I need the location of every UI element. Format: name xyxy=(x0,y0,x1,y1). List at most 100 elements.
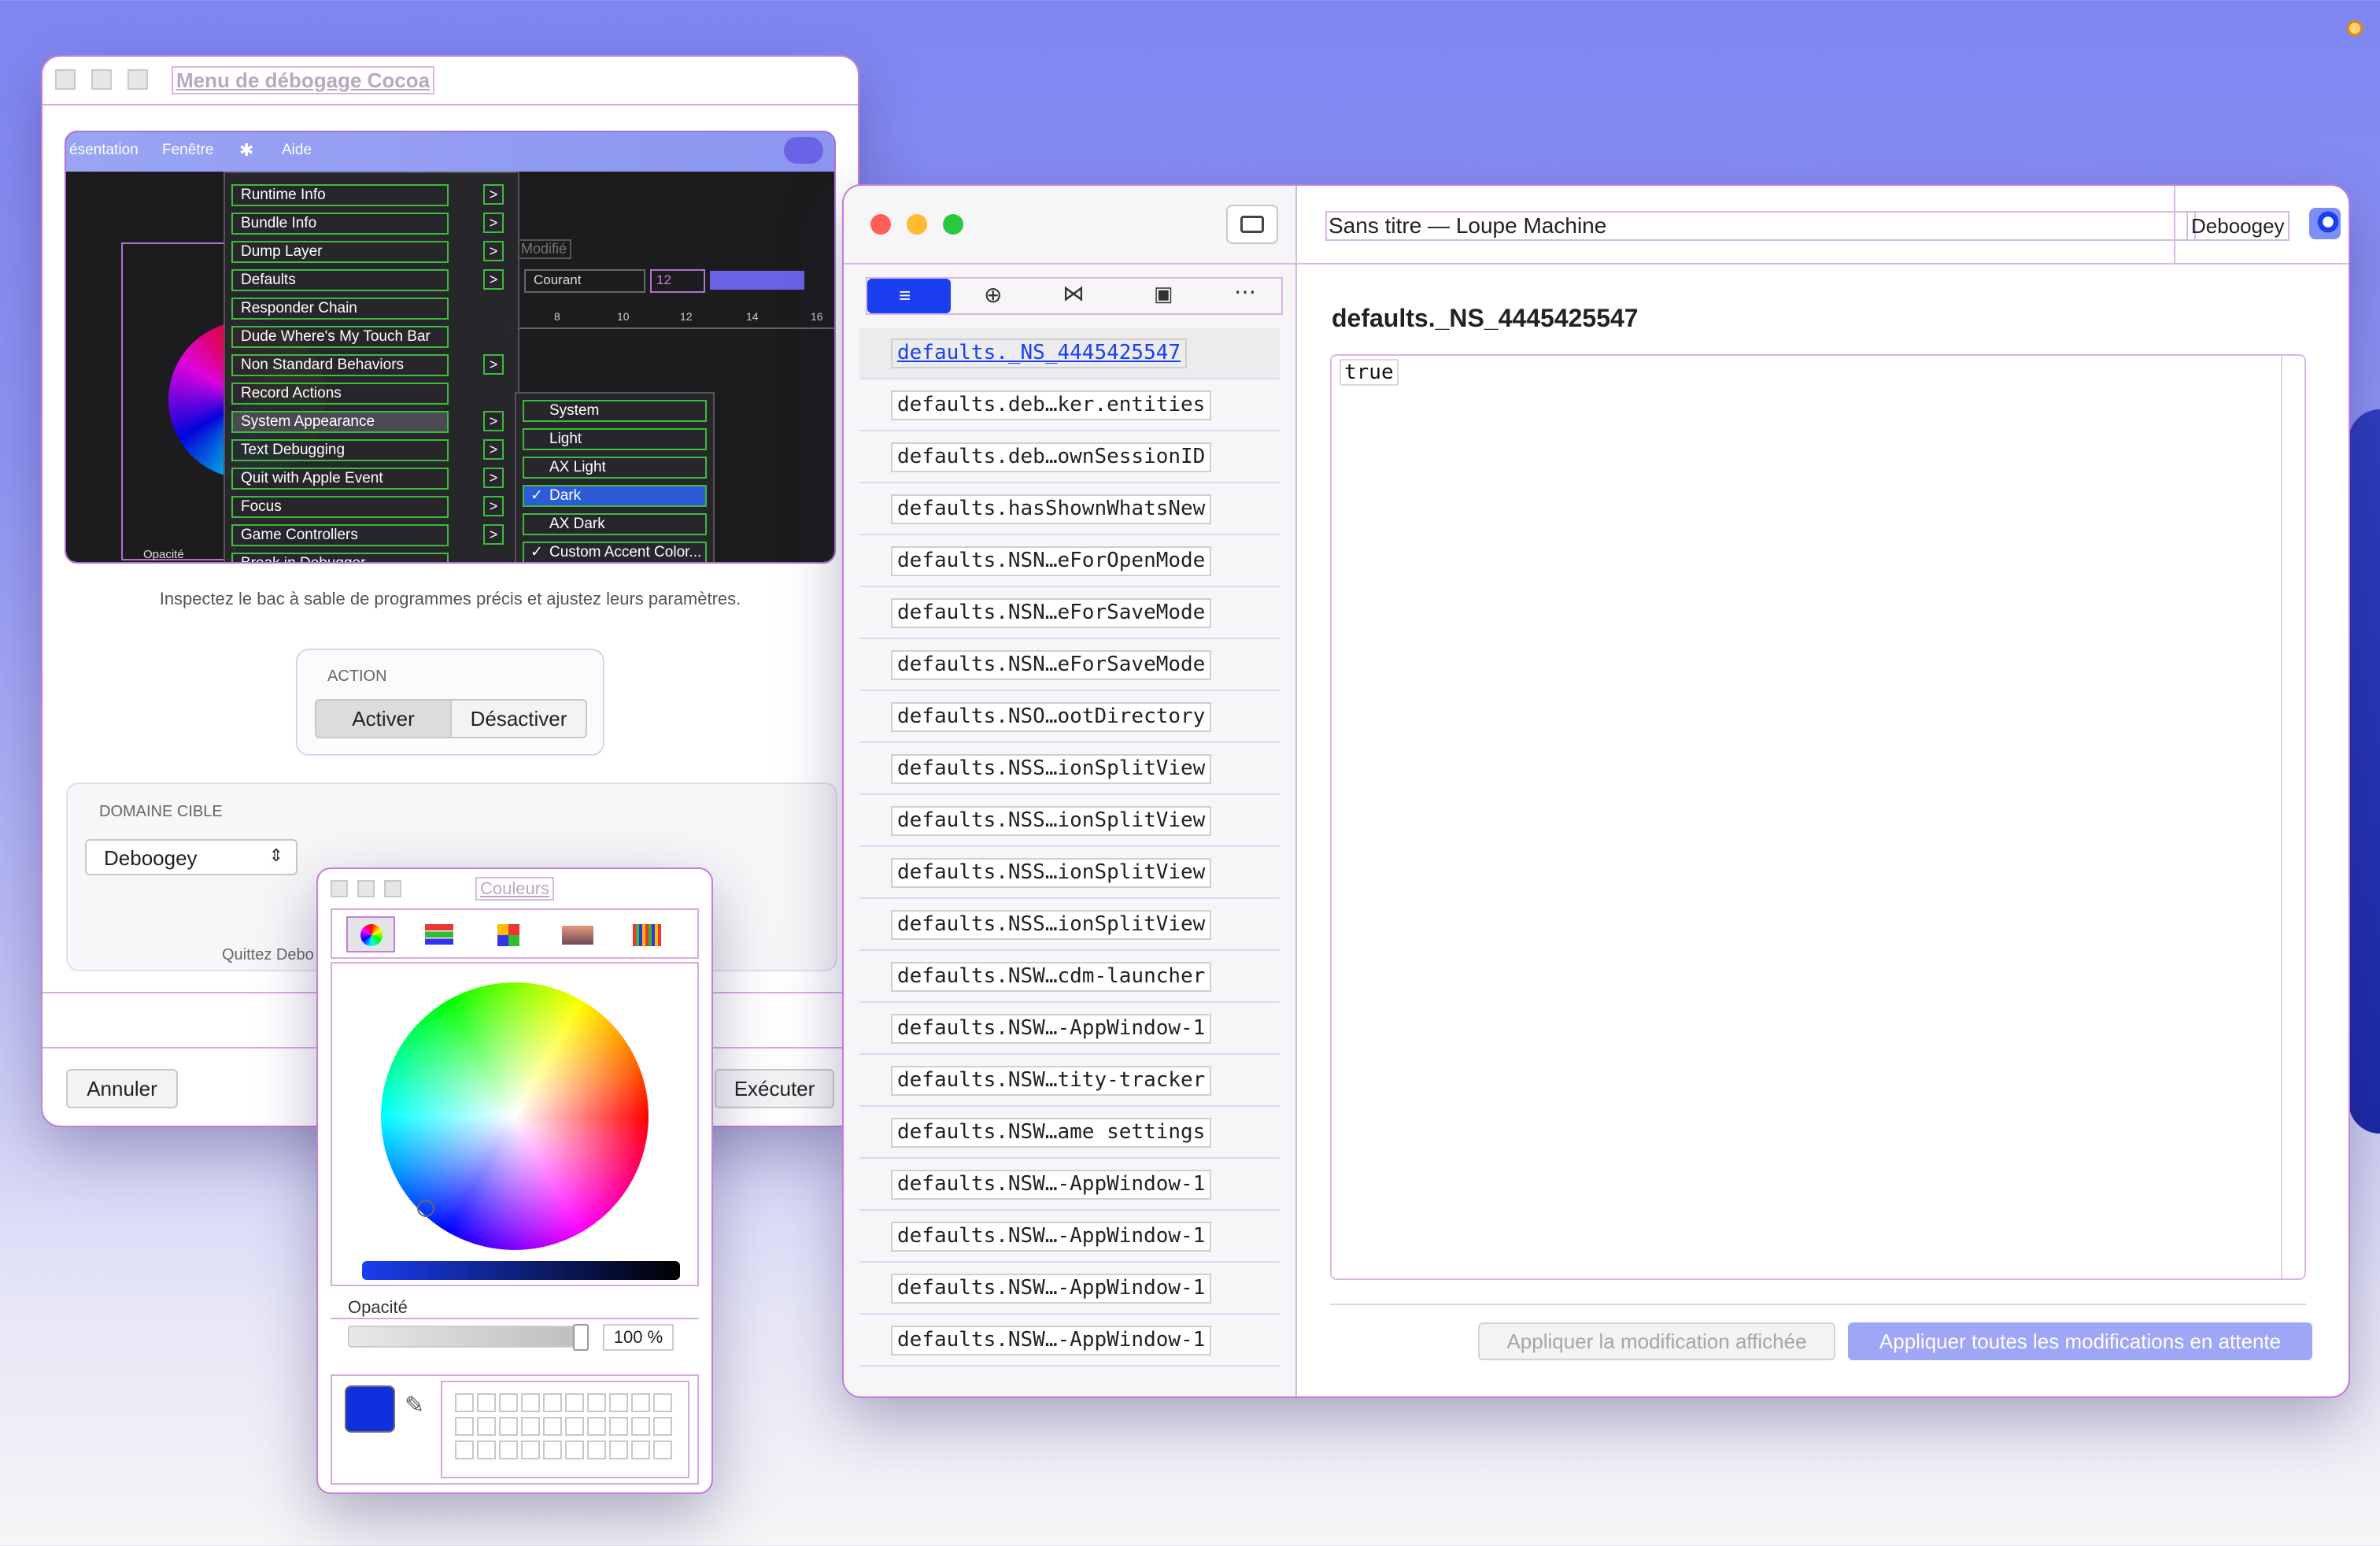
swatch-cell[interactable] xyxy=(499,1393,518,1412)
tab-chip[interactable]: ▣ xyxy=(1154,282,1173,306)
list-item[interactable]: defaults.NSW…-AppWindow-1 xyxy=(859,1211,1280,1263)
list-item[interactable]: defaults.NSN…eForOpenMode xyxy=(859,535,1280,587)
list-item[interactable]: defaults.deb…ker.entities xyxy=(859,379,1280,431)
style-popup[interactable]: Courant xyxy=(524,269,645,293)
value-editor[interactable]: true xyxy=(1330,354,2306,1280)
swatch-cell[interactable] xyxy=(521,1417,540,1436)
list-item[interactable]: defaults._NS_4445425547 xyxy=(859,327,1280,379)
swatch-cell[interactable] xyxy=(631,1417,650,1436)
appearance-submenu-item[interactable]: Light xyxy=(523,428,707,450)
swatch-cell[interactable] xyxy=(477,1393,496,1412)
swatch-cell[interactable] xyxy=(565,1393,584,1412)
appearance-submenu-item[interactable]: Custom Accent Color... ✓ xyxy=(523,542,707,562)
list-item[interactable]: defaults.NSW…tity-tracker xyxy=(859,1055,1280,1107)
debug-menu-item[interactable]: Runtime Info xyxy=(231,184,449,206)
list-item[interactable]: defaults.NSW…cdm-launcher xyxy=(859,951,1280,1003)
debug-menu-item[interactable]: Text Debugging xyxy=(231,439,449,461)
debug-menu-item[interactable]: Game Controllers xyxy=(231,524,449,546)
swatch-cell[interactable] xyxy=(653,1417,672,1436)
swatch-cell[interactable] xyxy=(587,1417,606,1436)
size-popup[interactable]: 12 xyxy=(650,269,705,293)
swatch-cell[interactable] xyxy=(521,1441,540,1459)
close-button[interactable] xyxy=(870,214,891,235)
opacity-field[interactable]: 100 % xyxy=(603,1324,674,1351)
eyedropper-icon[interactable]: ✎ xyxy=(405,1392,424,1419)
tab-windows[interactable]: ⋈ xyxy=(1062,280,1085,306)
swatch-cell[interactable] xyxy=(499,1441,518,1459)
appearance-submenu-item[interactable]: AX Dark xyxy=(523,513,707,535)
list-item[interactable]: defaults.NSW…ame settings xyxy=(859,1107,1280,1159)
tab-color-wheel[interactable] xyxy=(346,916,395,952)
debug-menu-item[interactable]: Defaults xyxy=(231,269,449,291)
list-item[interactable]: defaults.NSN…eForSaveMode xyxy=(859,639,1280,691)
swatch-cell[interactable] xyxy=(543,1417,562,1436)
zoom-button[interactable] xyxy=(943,214,963,235)
tab-sliders[interactable] xyxy=(414,916,463,952)
align-buttons[interactable] xyxy=(710,271,804,290)
swatch-cell[interactable] xyxy=(609,1393,628,1412)
swatch-cell[interactable] xyxy=(543,1441,562,1459)
apply-shown-button[interactable]: Appliquer la modification affichée xyxy=(1478,1322,1835,1360)
debug-menu-item[interactable]: Non Standard Behaviors xyxy=(231,354,449,376)
swatch-cell[interactable] xyxy=(477,1417,496,1436)
tab-globe[interactable]: ⊕ xyxy=(984,282,1002,308)
zoom-button[interactable] xyxy=(384,880,401,897)
swatch-cell[interactable] xyxy=(631,1393,650,1412)
swatch-cell[interactable] xyxy=(653,1393,672,1412)
list-item[interactable]: defaults.NSW…-AppWindow-1 xyxy=(859,1263,1280,1315)
brightness-slider[interactable] xyxy=(362,1261,680,1280)
swatch-cell[interactable] xyxy=(499,1417,518,1436)
tab-palettes[interactable] xyxy=(483,916,532,952)
list-item[interactable]: defaults.NSS…ionSplitView xyxy=(859,899,1280,951)
swatch-cell[interactable] xyxy=(455,1393,474,1412)
swatch-cell[interactable] xyxy=(587,1441,606,1459)
list-item[interactable]: defaults.deb…ownSessionID xyxy=(859,431,1280,483)
close-button[interactable] xyxy=(55,69,76,90)
activate-button[interactable]: Activer xyxy=(315,699,452,738)
list-item[interactable]: defaults.NSS…ionSplitView xyxy=(859,795,1280,847)
minimize-button[interactable] xyxy=(91,69,112,90)
list-item[interactable]: defaults.NSS…ionSplitView xyxy=(859,847,1280,899)
swatch-cell[interactable] xyxy=(565,1417,584,1436)
debug-menu-item[interactable]: Responder Chain xyxy=(231,298,449,320)
tab-settings[interactable]: ≡ xyxy=(867,279,951,313)
swatch-cell[interactable] xyxy=(521,1393,540,1412)
debug-menu-item[interactable]: Dump Layer xyxy=(231,241,449,263)
list-item[interactable]: defaults.hasShownWhatsNew xyxy=(859,483,1280,535)
apply-all-button[interactable]: Appliquer toutes les modifications en at… xyxy=(1848,1322,2312,1360)
swatch-cell[interactable] xyxy=(455,1441,474,1459)
swatch-cell[interactable] xyxy=(609,1441,628,1459)
swatch-cell[interactable] xyxy=(565,1441,584,1459)
opacity-slider-knob[interactable] xyxy=(573,1324,589,1351)
swatch-cell[interactable] xyxy=(587,1393,606,1412)
debug-menu-item[interactable]: Record Actions xyxy=(231,383,449,405)
sidebar-toggle-button[interactable] xyxy=(1226,205,1278,244)
swatch-grid[interactable] xyxy=(441,1381,689,1478)
appearance-submenu-item[interactable]: Dark ✓ xyxy=(523,485,707,507)
debug-menu-item[interactable]: Quit with Apple Event xyxy=(231,468,449,490)
list-item[interactable]: defaults.NSW…-AppWindow-1 xyxy=(859,1315,1280,1367)
swatch-cell[interactable] xyxy=(631,1441,650,1459)
current-color-well[interactable] xyxy=(345,1385,395,1433)
tab-pencils[interactable] xyxy=(622,916,671,952)
debug-menu-item[interactable]: Bundle Info xyxy=(231,213,449,235)
swatch-cell[interactable] xyxy=(543,1393,562,1412)
swatch-cell[interactable] xyxy=(609,1417,628,1436)
minimize-button[interactable] xyxy=(907,214,927,235)
tab-image[interactable] xyxy=(552,916,601,952)
list-item[interactable]: defaults.NSS…ionSplitView xyxy=(859,743,1280,795)
list-item[interactable]: defaults.NSO…ootDirectory xyxy=(859,691,1280,743)
minimize-button[interactable] xyxy=(357,880,375,897)
domain-popup[interactable]: Deboogey ⇕ xyxy=(85,839,298,875)
run-button[interactable]: Exécuter xyxy=(715,1069,834,1108)
list-item[interactable]: defaults.NSN…eForSaveMode xyxy=(859,587,1280,639)
debug-menu-item[interactable]: Focus xyxy=(231,496,449,518)
debug-menu-item[interactable]: Break in Debugger xyxy=(231,553,449,562)
debug-menu-item[interactable]: Dude Where's My Touch Bar xyxy=(231,326,449,348)
debug-menu-item[interactable]: System Appearance xyxy=(231,411,449,433)
close-button[interactable] xyxy=(331,880,348,897)
appearance-submenu-item[interactable]: AX Light xyxy=(523,457,707,479)
appearance-submenu-item[interactable]: System xyxy=(523,400,707,422)
cancel-button[interactable]: Annuler xyxy=(66,1069,178,1108)
opacity-slider[interactable] xyxy=(348,1326,587,1348)
